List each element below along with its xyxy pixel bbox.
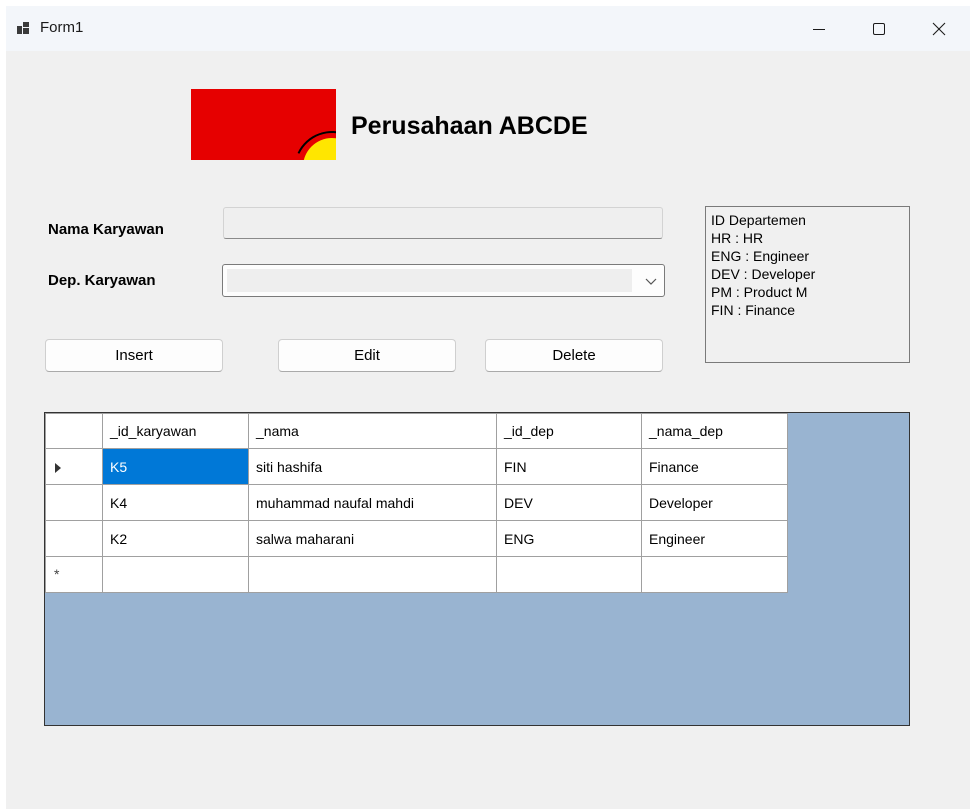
close-icon <box>932 22 946 36</box>
departemen-info-box: ID Departemen HR : HR ENG : Engineer DEV… <box>705 206 910 363</box>
table-cell[interactable]: Engineer <box>641 520 788 557</box>
column-header-id-karyawan[interactable]: _id_karyawan <box>102 413 249 449</box>
table-cell[interactable]: Finance <box>641 448 788 485</box>
edit-button[interactable]: Edit <box>278 339 456 372</box>
table-row[interactable]: K4 muhammad naufal mahdi DEV Developer <box>45 484 788 521</box>
grid-corner-header[interactable] <box>45 413 103 449</box>
table-cell[interactable]: K4 <box>102 484 249 521</box>
dep-karyawan-combobox[interactable] <box>222 264 665 297</box>
minimize-button[interactable] <box>796 6 842 51</box>
table-row[interactable]: K5 siti hashifa FIN Finance <box>45 448 788 485</box>
table-cell[interactable]: FIN <box>496 448 642 485</box>
row-header[interactable]: * <box>45 556 103 593</box>
new-row[interactable]: * <box>45 556 788 593</box>
table-cell[interactable]: ENG <box>496 520 642 557</box>
insert-button[interactable]: Insert <box>45 339 223 372</box>
grid-header-row: _id_karyawan _nama _id_dep _nama_dep <box>45 413 788 449</box>
company-logo <box>191 89 336 160</box>
table-row[interactable]: K2 salwa maharani ENG Engineer <box>45 520 788 557</box>
table-cell[interactable]: K2 <box>102 520 249 557</box>
app-icon <box>17 22 29 34</box>
form1-window: Form1 Perusahaan ABCDE Nama Karyawan Dep… <box>6 6 970 809</box>
nama-karyawan-input[interactable] <box>223 207 663 239</box>
maximize-button[interactable] <box>856 6 902 51</box>
table-cell[interactable]: muhammad naufal mahdi <box>248 484 497 521</box>
close-button[interactable] <box>916 6 962 51</box>
dep-karyawan-label: Dep. Karyawan <box>48 272 156 289</box>
table-cell[interactable]: siti hashifa <box>248 448 497 485</box>
info-line: DEV : Developer <box>711 266 816 282</box>
maximize-icon <box>873 23 885 35</box>
row-header[interactable] <box>45 484 103 521</box>
row-pointer-icon <box>55 463 61 473</box>
row-header[interactable] <box>45 520 103 557</box>
grid-table: _id_karyawan _nama _id_dep _nama_dep K5 … <box>45 413 788 593</box>
info-line: PM : Product M <box>711 284 808 300</box>
table-cell[interactable] <box>102 556 249 593</box>
info-line: FIN : Finance <box>711 302 796 318</box>
table-cell[interactable]: DEV <box>496 484 642 521</box>
company-name: Perusahaan ABCDE <box>351 112 588 140</box>
karyawan-data-grid[interactable]: _id_karyawan _nama _id_dep _nama_dep K5 … <box>44 412 910 726</box>
table-cell[interactable]: K5 <box>102 448 249 485</box>
info-line: ENG : Engineer <box>711 248 810 264</box>
table-cell[interactable]: Developer <box>641 484 788 521</box>
column-header-nama-dep[interactable]: _nama_dep <box>641 413 788 449</box>
table-cell[interactable] <box>641 556 788 593</box>
table-cell[interactable]: salwa maharani <box>248 520 497 557</box>
table-cell[interactable] <box>496 556 642 593</box>
column-header-id-dep[interactable]: _id_dep <box>496 413 642 449</box>
info-line: ID Departemen <box>711 212 806 228</box>
info-line: HR : HR <box>711 230 764 246</box>
window-title: Form1 <box>40 19 84 36</box>
table-cell[interactable] <box>248 556 497 593</box>
row-header[interactable] <box>45 448 103 485</box>
minimize-icon <box>813 29 825 30</box>
chevron-down-icon[interactable] <box>644 275 658 287</box>
dep-karyawan-value <box>227 269 632 292</box>
nama-karyawan-label: Nama Karyawan <box>48 221 164 238</box>
delete-button[interactable]: Delete <box>485 339 663 372</box>
title-bar[interactable]: Form1 <box>6 6 970 51</box>
column-header-nama[interactable]: _nama <box>248 413 497 449</box>
new-row-marker: * <box>54 566 60 582</box>
